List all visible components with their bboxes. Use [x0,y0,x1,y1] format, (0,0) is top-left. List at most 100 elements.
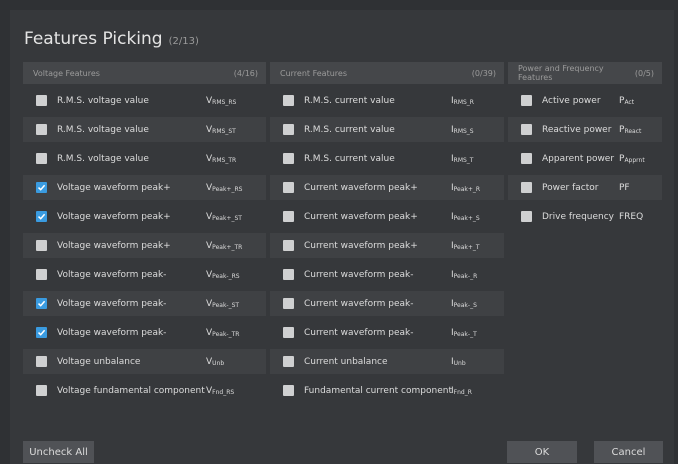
feature-row[interactable]: Current waveform peak- IPeak-_R [270,262,504,287]
feature-symbol-subscript: Peak+_R [453,185,481,193]
checkbox-unchecked[interactable] [521,124,532,135]
feature-symbol: IPeak+_T [451,241,480,251]
feature-row[interactable]: Voltage waveform peak- VPeak-_ST [23,291,266,316]
dialog-title: Features Picking (2/13) [24,29,199,49]
feature-row[interactable]: Current waveform peak+ IPeak+_S [270,204,504,229]
feature-symbol: IUnb [451,357,466,367]
checkbox-unchecked[interactable] [283,298,294,309]
checkbox-checked[interactable] [36,327,47,338]
voltage-features-list: R.M.S. voltage value VRMS_RS R.M.S. voltag… [23,88,266,403]
uncheck-all-button[interactable]: Uncheck All [23,441,94,463]
checkbox-unchecked[interactable] [521,182,532,193]
feature-symbol: VPeak+_ST [206,212,242,222]
feature-label: R.M.S. voltage value [57,95,149,106]
feature-symbol-subscript: Peak-_RS [212,272,240,280]
feature-row[interactable]: R.M.S. current value IRMS_S [270,117,504,142]
feature-row[interactable]: Voltage waveform peak+ VPeak+_RS [23,175,266,200]
feature-label: Apparent power [542,153,615,164]
voltage-features-count: (4/16) [233,68,258,78]
feature-row[interactable]: Current waveform peak+ IPeak+_R [270,175,504,200]
feature-label: Fundamental current component [304,385,452,396]
checkbox-unchecked[interactable] [36,385,47,396]
checkbox-unchecked[interactable] [36,269,47,280]
cancel-button[interactable]: Cancel [594,441,663,463]
feature-symbol-subscript: Peak+_ST [212,214,242,222]
feature-symbol: IFnd_R [451,386,472,396]
feature-row[interactable]: Voltage waveform peak- VPeak-_RS [23,262,266,287]
checkbox-unchecked[interactable] [283,385,294,396]
checkbox-checked[interactable] [36,211,47,222]
feature-symbol: VPeak-_TR [206,328,239,338]
feature-row[interactable]: Voltage fundamental component VFnd_RS [23,378,266,403]
checkbox-unchecked[interactable] [283,211,294,222]
feature-row[interactable]: R.M.S. current value IRMS_R [270,88,504,113]
checkbox-unchecked[interactable] [521,211,532,222]
feature-row[interactable]: Current waveform peak- IPeak-_T [270,320,504,345]
feature-row[interactable]: Current waveform peak+ IPeak+_T [270,233,504,258]
feature-label: Current waveform peak- [304,298,414,309]
feature-symbol: PF [619,183,630,193]
current-features-column: Current Features (0/39) R.M.S. current v… [270,62,504,407]
feature-symbol-subscript: Peak+_T [453,243,480,251]
checkbox-unchecked[interactable] [283,182,294,193]
feature-symbol: IRMS_S [451,125,474,135]
feature-row[interactable]: Voltage waveform peak- VPeak-_TR [23,320,266,345]
feature-row[interactable]: Power factor PF [508,175,662,200]
feature-row[interactable]: Apparent power PApprnt [508,146,662,171]
feature-row[interactable]: Voltage waveform peak+ VPeak+_TR [23,233,266,258]
current-features-list: R.M.S. current value IRMS_R R.M.S. current… [270,88,504,403]
checkbox-unchecked[interactable] [521,153,532,164]
checkbox-unchecked[interactable] [36,240,47,251]
feature-symbol: PReact [619,125,641,135]
feature-label: R.M.S. voltage value [57,153,149,164]
checkbox-unchecked[interactable] [283,124,294,135]
feature-row[interactable]: Voltage waveform peak+ VPeak+_ST [23,204,266,229]
check-icon [37,213,46,220]
feature-row[interactable]: Fundamental current component IFnd_R [270,378,504,403]
feature-row[interactable]: R.M.S. current value IRMS_T [270,146,504,171]
checkbox-unchecked[interactable] [36,124,47,135]
feature-symbol: PApprnt [619,154,645,164]
feature-row[interactable]: Current waveform peak- IPeak-_S [270,291,504,316]
feature-row[interactable]: Current unbalance IUnb [270,349,504,374]
check-icon [37,184,46,191]
checkbox-unchecked[interactable] [521,95,532,106]
feature-label: Voltage waveform peak+ [57,240,171,251]
feature-symbol-subscript: Peak-_R [453,272,478,280]
checkbox-checked[interactable] [36,298,47,309]
checkbox-unchecked[interactable] [283,240,294,251]
feature-row[interactable]: Reactive power PReact [508,117,662,142]
features-picking-dialog: Features Picking (2/13) Voltage Features … [10,10,674,464]
feature-label: Voltage unbalance [57,356,141,367]
checkbox-unchecked[interactable] [36,95,47,106]
feature-label: Current waveform peak- [304,269,414,280]
feature-label: Voltage waveform peak- [57,327,167,338]
feature-row[interactable]: R.M.S. voltage value VRMS_RS [23,88,266,113]
ok-button[interactable]: OK [507,441,577,463]
feature-symbol: IRMS_R [451,96,474,106]
power-frequency-features-list: Active power PAct Reactive power PReact Appa… [508,88,662,229]
feature-row[interactable]: Voltage unbalance VUnb [23,349,266,374]
checkbox-unchecked[interactable] [283,95,294,106]
feature-row[interactable]: Active power PAct [508,88,662,113]
feature-label: Current waveform peak+ [304,211,418,222]
feature-symbol-subscript: Peak-_TR [212,330,240,338]
checkbox-unchecked[interactable] [36,153,47,164]
feature-symbol-subscript: RMS_TR [212,156,237,164]
feature-label: Current waveform peak- [304,327,414,338]
feature-row[interactable]: R.M.S. voltage value VRMS_TR [23,146,266,171]
checkbox-checked[interactable] [36,182,47,193]
feature-symbol: IPeak-_T [451,328,477,338]
feature-row[interactable]: R.M.S. voltage value VRMS_ST [23,117,266,142]
checkbox-unchecked[interactable] [36,356,47,367]
feature-row[interactable]: Drive frequency FREQ [508,204,662,229]
feature-symbol: VPeak-_ST [206,299,239,309]
power-frequency-features-count: (0/5) [634,68,654,78]
feature-symbol-subscript: Peak+_RS [212,185,243,193]
voltage-features-title: Voltage Features [33,68,100,78]
checkbox-unchecked[interactable] [283,327,294,338]
checkbox-unchecked[interactable] [283,356,294,367]
feature-symbol: VPeak+_RS [206,183,242,193]
checkbox-unchecked[interactable] [283,153,294,164]
checkbox-unchecked[interactable] [283,269,294,280]
